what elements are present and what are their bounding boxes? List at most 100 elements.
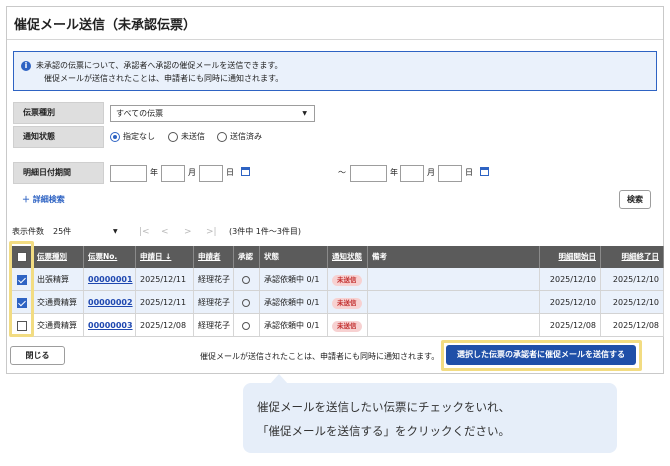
cell-slip-no-link[interactable]: 00000001 bbox=[84, 268, 136, 291]
cell-end: 2025/12/10 bbox=[601, 291, 664, 314]
col-header-applicant[interactable]: 申請者 bbox=[194, 246, 234, 268]
cell-applicant: 経理花子 bbox=[194, 268, 234, 291]
row-select-cell[interactable] bbox=[12, 314, 33, 337]
callout-text-line2: 「催促メールを送信する」をクリックください。 bbox=[257, 424, 510, 438]
circle-icon bbox=[242, 298, 250, 307]
first-page-icon[interactable]: |< bbox=[139, 226, 150, 238]
info-icon: i bbox=[21, 61, 31, 71]
checkbox-icon bbox=[17, 321, 27, 331]
row-select-cell[interactable] bbox=[12, 291, 33, 314]
col-header-approval: 承認 bbox=[234, 246, 260, 268]
cell-approval bbox=[234, 268, 260, 291]
display-count-label: 表示件数 bbox=[12, 227, 44, 236]
cell-end: 2025/12/08 bbox=[601, 314, 664, 337]
search-button[interactable]: 検索 bbox=[619, 190, 651, 209]
cell-date: 2025/12/11 bbox=[136, 268, 194, 291]
radio-label: 送信済み bbox=[230, 132, 262, 141]
table-row[interactable]: 出張精算 00000001 2025/12/11 経理花子 承認依頼中 0/1 … bbox=[12, 268, 664, 291]
cell-approval bbox=[234, 314, 260, 337]
to-month-input[interactable] bbox=[400, 165, 424, 182]
next-page-icon[interactable]: > bbox=[184, 226, 192, 238]
day-unit: 日 bbox=[465, 168, 473, 177]
display-count-select[interactable]: 25件 ▼ bbox=[53, 226, 118, 238]
chevron-down-icon: ▼ bbox=[302, 110, 307, 117]
info-box: i 未承認の伝票について、承認者へ承認の催促メールを送信できます。 催促メールが… bbox=[13, 51, 657, 91]
year-unit: 年 bbox=[150, 168, 158, 177]
prev-page-icon[interactable]: < bbox=[161, 226, 169, 238]
cell-slip-no-link[interactable]: 00000003 bbox=[84, 314, 136, 337]
col-header-start[interactable]: 明細開始日 bbox=[540, 246, 601, 268]
col-header-notify[interactable]: 通知状態 bbox=[328, 246, 368, 268]
day-unit: 日 bbox=[226, 168, 234, 177]
col-header-date[interactable]: 申請日 ↓ bbox=[136, 246, 194, 268]
close-button[interactable]: 閉じる bbox=[10, 346, 65, 365]
table-row[interactable]: 交通費精算 00000002 2025/12/11 経理花子 承認依頼中 0/1… bbox=[12, 291, 664, 314]
checkbox-icon bbox=[17, 252, 27, 262]
cell-remark bbox=[368, 314, 540, 337]
month-unit: 月 bbox=[188, 168, 196, 177]
year-unit: 年 bbox=[390, 168, 398, 177]
slip-type-select[interactable]: すべての伝票 ▼ bbox=[110, 105, 315, 122]
radio-label: 未送信 bbox=[181, 132, 205, 141]
cell-start: 2025/12/10 bbox=[540, 291, 601, 314]
notify-label: 通知状態 bbox=[13, 126, 104, 148]
info-text-line2: 催促メールが送信されたことは、申請者にも同時に通知されます。 bbox=[44, 74, 284, 83]
circle-icon bbox=[242, 275, 250, 284]
cell-end: 2025/12/10 bbox=[601, 268, 664, 291]
cell-status: 承認依頼中 0/1 bbox=[260, 268, 328, 291]
cell-notify: 未送信 bbox=[328, 268, 368, 291]
to-year-input[interactable] bbox=[350, 165, 387, 182]
row-select-cell[interactable] bbox=[12, 268, 33, 291]
status-badge: 未送信 bbox=[332, 321, 362, 332]
col-header-end[interactable]: 明細終了日 bbox=[601, 246, 664, 268]
col-header-type[interactable]: 伝票種別 bbox=[33, 246, 84, 268]
checkbox-checked-icon bbox=[17, 275, 27, 285]
cell-slip-no-link[interactable]: 00000002 bbox=[84, 291, 136, 314]
slip-type-value: すべての伝票 bbox=[116, 109, 164, 118]
cell-status: 承認依頼中 0/1 bbox=[260, 291, 328, 314]
cell-remark bbox=[368, 291, 540, 314]
page-title: 催促メール送信（未承認伝票） bbox=[14, 18, 197, 33]
title-divider bbox=[7, 39, 663, 40]
send-reminder-button[interactable]: 選択した伝票の承認者に催促メールを送信する bbox=[446, 345, 636, 365]
radio-notify-unsent[interactable]: 未送信 bbox=[168, 131, 205, 143]
col-header-remark: 備考 bbox=[368, 246, 540, 268]
cell-start: 2025/12/08 bbox=[540, 314, 601, 337]
cell-approval bbox=[234, 291, 260, 314]
col-header-no[interactable]: 伝票No. bbox=[84, 246, 136, 268]
cell-date: 2025/12/11 bbox=[136, 291, 194, 314]
info-text-line1: 未承認の伝票について、承認者へ承認の催促メールを送信できます。 bbox=[36, 61, 283, 70]
calendar-icon[interactable] bbox=[480, 167, 489, 176]
from-month-input[interactable] bbox=[161, 165, 185, 182]
detail-search-link[interactable]: ＋ 詳細検索 bbox=[22, 194, 65, 205]
callout-text-line1: 催促メールを送信したい伝票にチェックをいれ、 bbox=[257, 400, 511, 414]
month-unit: 月 bbox=[427, 168, 435, 177]
period-label: 明細日付期間 bbox=[13, 162, 104, 184]
last-page-icon[interactable]: >| bbox=[206, 226, 217, 238]
from-day-input[interactable] bbox=[199, 165, 223, 182]
radio-icon bbox=[217, 131, 227, 142]
to-day-input[interactable] bbox=[438, 165, 462, 182]
from-year-input[interactable] bbox=[110, 165, 147, 182]
cell-date: 2025/12/08 bbox=[136, 314, 194, 337]
cell-type: 交通費精算 bbox=[33, 291, 84, 314]
cell-applicant: 経理花子 bbox=[194, 314, 234, 337]
footer-note: 催促メールが送信されたことは、申請者にも同時に通知されます。 bbox=[200, 352, 440, 361]
calendar-icon[interactable] bbox=[241, 167, 250, 176]
radio-notify-sent[interactable]: 送信済み bbox=[217, 131, 262, 143]
radio-notify-any[interactable]: 指定なし bbox=[110, 131, 155, 143]
cell-type: 出張精算 bbox=[33, 268, 84, 291]
cell-notify: 未送信 bbox=[328, 314, 368, 337]
slip-type-label: 伝票種別 bbox=[13, 102, 104, 124]
chevron-down-icon: ▼ bbox=[113, 228, 118, 235]
cell-start: 2025/12/10 bbox=[540, 268, 601, 291]
display-count-value: 25件 bbox=[53, 227, 72, 236]
cell-status: 承認依頼中 0/1 bbox=[260, 314, 328, 337]
table-row[interactable]: 交通費精算 00000003 2025/12/08 経理花子 承認依頼中 0/1… bbox=[12, 314, 664, 337]
cell-remark bbox=[368, 268, 540, 291]
checkbox-checked-icon bbox=[17, 298, 27, 308]
status-badge: 未送信 bbox=[332, 275, 362, 286]
header-select-all[interactable] bbox=[12, 246, 33, 268]
filter-row-period: 明細日付期間 年 月 日 ～ 年 月 日 bbox=[13, 162, 657, 184]
col-header-status: 状態 bbox=[260, 246, 328, 268]
